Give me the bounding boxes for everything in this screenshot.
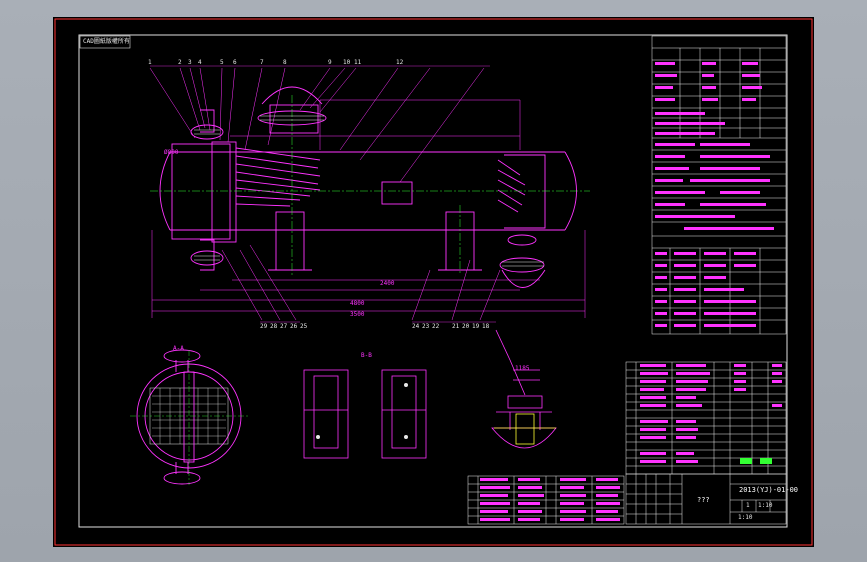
shell-dia-dim: Ø800 [164, 149, 179, 156]
part-number-bottom-18: 18 [482, 323, 490, 330]
overall-length-dim: 4800 [350, 300, 365, 307]
cad-viewport[interactable]: CAD圖紙版權所有 A-A B-B 4800 3500 2400 Ø800 11… [0, 0, 867, 562]
base-span-dim: 3500 [350, 311, 365, 318]
part-number-bottom-19: 19 [472, 323, 480, 330]
part-number-top-6: 6 [233, 59, 237, 66]
section-aa-label: A-A [173, 345, 184, 352]
corner-tag: CAD圖紙版權所有 [83, 38, 130, 45]
part-number-top-5: 5 [220, 59, 224, 66]
part-number-bottom-27: 27 [280, 323, 288, 330]
part-number-top-3: 3 [188, 59, 192, 66]
detail-dim: 1185 [515, 365, 530, 372]
part-number-top-4: 4 [198, 59, 202, 66]
part-number-bottom-20: 20 [462, 323, 470, 330]
part-number-top-2: 2 [178, 59, 182, 66]
nozzle-span-dim: 2400 [380, 280, 395, 287]
part-number-bottom-28: 28 [270, 323, 278, 330]
part-number-top-10: 10 [343, 59, 351, 66]
part-number-bottom-25: 25 [300, 323, 308, 330]
section-bb-label: B-B [361, 352, 372, 359]
part-number-bottom-22: 22 [432, 323, 440, 330]
scale-value: 1:10 [758, 502, 773, 509]
part-number-bottom-23: 23 [422, 323, 430, 330]
part-number-top-12: 12 [396, 59, 404, 66]
sub-number: 1:10 [738, 514, 753, 521]
sheet-number: 1 [746, 502, 750, 509]
drawing-canvas [53, 17, 814, 547]
drawing-number: 2013(YJ)-01-00 [739, 486, 799, 494]
drawing-name: ??? [697, 496, 710, 504]
part-number-top-1: 1 [148, 59, 152, 66]
part-number-top-7: 7 [260, 59, 264, 66]
part-number-top-11: 11 [354, 59, 362, 66]
part-number-bottom-26: 26 [290, 323, 298, 330]
part-number-bottom-24: 24 [412, 323, 420, 330]
part-number-top-8: 8 [283, 59, 287, 66]
part-number-bottom-29: 29 [260, 323, 268, 330]
part-number-top-9: 9 [328, 59, 332, 66]
part-number-bottom-21: 21 [452, 323, 460, 330]
